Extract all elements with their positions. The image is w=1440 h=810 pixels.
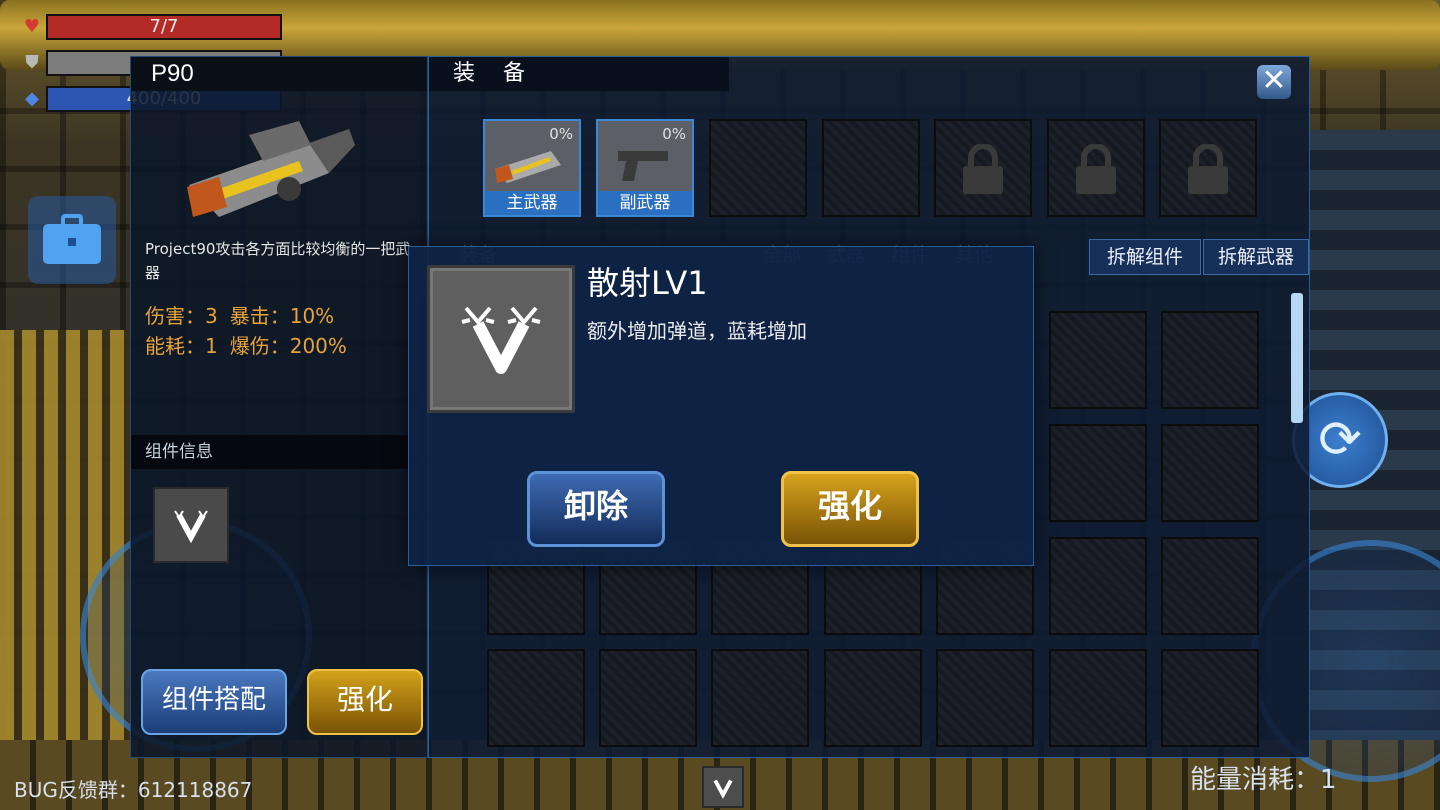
unequip-button[interactable]: 卸除 xyxy=(527,471,665,547)
shield-icon: ⛊ xyxy=(25,52,39,73)
heart-icon: ♥ xyxy=(23,16,41,37)
slot-label: 主武器 xyxy=(485,191,579,215)
primary-weapon-slot[interactable]: 0% 主武器 xyxy=(483,119,581,217)
slot-percent: 0% xyxy=(549,125,573,143)
stat-damage: 伤害：3 xyxy=(145,304,218,328)
inventory-slot[interactable] xyxy=(824,649,922,747)
hp-bar: ♥ 7/7 xyxy=(22,14,282,40)
inventory-slot[interactable] xyxy=(1049,537,1147,635)
dismantle-component-button[interactable]: 拆解组件 xyxy=(1089,239,1201,275)
component-slot[interactable] xyxy=(153,487,229,563)
hp-text: 7/7 xyxy=(149,16,179,37)
briefcase-icon[interactable] xyxy=(28,196,116,284)
stat-energy: 能耗：1 xyxy=(145,334,218,358)
energy-cost: 能量消耗：1 xyxy=(1190,765,1337,795)
equipment-title: 装备 xyxy=(429,57,729,91)
empty-equip-slot[interactable] xyxy=(822,119,920,217)
scatter-component-icon xyxy=(713,779,733,799)
component-detail-popup: 散射LV1 额外增加弹道，蓝耗增加 卸除 强化 xyxy=(408,246,1034,566)
bug-feedback-group: BUG反馈群：612118867 xyxy=(14,778,253,802)
slot-label: 副武器 xyxy=(598,191,692,215)
dismantle-weapon-button[interactable]: 拆解武器 xyxy=(1203,239,1309,275)
close-icon[interactable]: ✕ xyxy=(1257,65,1291,99)
locked-equip-slot xyxy=(1159,119,1257,217)
inventory-slot[interactable] xyxy=(1161,537,1259,635)
secondary-weapon-slot[interactable]: 0% 副武器 xyxy=(596,119,694,217)
inventory-slot[interactable] xyxy=(936,649,1034,747)
component-combo-button[interactable]: 组件搭配 xyxy=(141,669,287,735)
inventory-slot[interactable] xyxy=(1161,649,1259,747)
slot-percent: 0% xyxy=(662,125,686,143)
lock-icon xyxy=(1076,144,1116,195)
inventory-slot[interactable] xyxy=(1161,424,1259,522)
quick-component-slot[interactable] xyxy=(702,766,744,808)
scatter-component-icon xyxy=(427,265,575,413)
energy-crystal-icon: ◆ xyxy=(25,88,39,109)
p90-gun-icon xyxy=(187,121,355,217)
component-info-header: 组件信息 xyxy=(131,435,409,469)
inventory-slot[interactable] xyxy=(599,649,697,747)
lock-icon xyxy=(963,144,1003,195)
inventory-slot[interactable] xyxy=(1049,424,1147,522)
inventory-scrollbar[interactable] xyxy=(1291,293,1303,423)
lock-icon xyxy=(1188,144,1228,195)
inventory-slot[interactable] xyxy=(487,649,585,747)
stat-crit-damage: 爆伤：200% xyxy=(229,334,347,358)
component-title: 散射LV1 xyxy=(587,264,708,302)
stat-crit: 暴击：10% xyxy=(229,304,335,328)
component-description: 额外增加弹道，蓝耗增加 xyxy=(587,319,807,343)
inventory-slot[interactable] xyxy=(1049,311,1147,409)
weapon-enhance-button[interactable]: 强化 xyxy=(307,669,423,735)
inventory-slot[interactable] xyxy=(711,649,809,747)
weapon-stats: 伤害：3 暴击：10% 能耗：1 爆伤：200% xyxy=(145,301,347,361)
locked-equip-slot xyxy=(1047,119,1145,217)
inventory-slot[interactable] xyxy=(1161,311,1259,409)
pistol-icon xyxy=(618,151,668,181)
inventory-slot[interactable] xyxy=(1049,649,1147,747)
weapon-description: Project90攻击各方面比较均衡的一把武器 xyxy=(145,240,411,282)
weapon-name: P90 xyxy=(131,57,427,91)
component-enhance-button[interactable]: 强化 xyxy=(781,471,919,547)
scatter-component-icon xyxy=(174,510,208,544)
weapon-info-panel: P90 Project90攻击各方面比较均衡的一把武器 伤害：3 暴击：10% 能… xyxy=(130,56,428,758)
locked-equip-slot xyxy=(934,119,1032,217)
p90-gun-icon xyxy=(495,151,561,183)
empty-equip-slot[interactable] xyxy=(709,119,807,217)
